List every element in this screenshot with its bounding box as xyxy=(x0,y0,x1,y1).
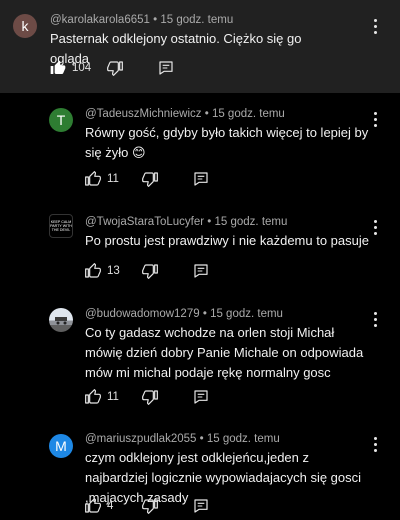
avatar[interactable]: T xyxy=(49,108,73,132)
reply-button[interactable] xyxy=(193,389,209,405)
thumb-up-icon xyxy=(85,263,101,278)
comment-actions: 13 xyxy=(85,263,345,285)
thumb-down-icon xyxy=(142,264,158,279)
dislike-button[interactable] xyxy=(142,389,158,405)
thumb-down-icon xyxy=(142,172,158,187)
comment-text: Równy gość, gdyby było takich więcej to … xyxy=(85,125,369,160)
like-count: 11 xyxy=(107,173,119,185)
avatar-photo xyxy=(55,317,67,325)
reply-comment: KEEP CALM PARTY WITH THE DEVIL @TwojaSta… xyxy=(0,206,400,298)
like-count: 104 xyxy=(72,62,92,74)
thumb-up-icon xyxy=(85,389,101,404)
reply-button[interactable] xyxy=(193,498,209,514)
dislike-button[interactable] xyxy=(142,498,158,514)
author-name[interactable]: @TwojaStaraToLucyfer xyxy=(85,216,204,228)
reply-button[interactable] xyxy=(158,60,174,76)
reply-comment: T @TadeuszMichniewicz • 15 godz. temu Ró… xyxy=(0,98,400,206)
meta-separator: • xyxy=(153,14,158,26)
thumb-down-icon xyxy=(142,390,158,405)
like-button[interactable]: 104 xyxy=(50,60,91,76)
author-name[interactable]: @karolakarola6651 xyxy=(50,14,150,26)
comment-meta: @karolakarola6651 • 15 godz. temu xyxy=(50,14,233,26)
comment-actions: 11 xyxy=(85,171,345,193)
comment-parent: k @karolakarola6651 • 15 godz. temu Past… xyxy=(0,0,400,93)
reply-comment: @budowadomow1279 • 15 godz. temu Co ty g… xyxy=(0,298,400,422)
avatar[interactable] xyxy=(49,308,73,332)
author-name[interactable]: @TadeuszMichniewicz xyxy=(85,108,202,120)
thumb-down-icon xyxy=(107,61,123,76)
comment-text: Po prostu jest prawdziwy i nie każdemu t… xyxy=(85,233,369,248)
meta-separator: • xyxy=(199,433,204,445)
reply-icon xyxy=(194,390,208,404)
avatar[interactable]: KEEP CALM PARTY WITH THE DEVIL xyxy=(49,214,73,238)
comment-time: 15 godz. temu xyxy=(211,108,285,120)
like-button[interactable]: 4 xyxy=(85,498,113,514)
reply-icon xyxy=(194,499,208,513)
reply-icon xyxy=(194,172,208,186)
like-button[interactable]: 11 xyxy=(85,389,119,405)
dislike-button[interactable] xyxy=(142,263,158,279)
avatar[interactable]: M xyxy=(49,434,73,458)
avatar[interactable]: k xyxy=(13,14,37,38)
like-button[interactable]: 13 xyxy=(85,263,120,279)
author-name[interactable]: @mariuszpudlak2055 xyxy=(85,433,196,445)
comment-time: 15 godz. temu xyxy=(160,14,234,26)
dislike-button[interactable] xyxy=(107,60,123,76)
comment-time: 15 godz. temu xyxy=(210,308,283,320)
reply-button[interactable] xyxy=(193,263,209,279)
comment-actions: 4 xyxy=(85,498,345,520)
like-count: 4 xyxy=(107,500,114,512)
comment-time: 15 godz. temu xyxy=(214,216,288,228)
reply-button[interactable] xyxy=(193,171,209,187)
comment-meta: @budowadomow1279 • 15 godz. temu xyxy=(85,308,283,320)
like-count: 13 xyxy=(107,265,120,277)
comment-meta: @TadeuszMichniewicz • 15 godz. temu xyxy=(85,108,285,120)
thumb-up-icon xyxy=(50,60,66,74)
meta-separator: • xyxy=(204,108,209,120)
reply-icon xyxy=(194,264,208,278)
like-count: 11 xyxy=(107,391,119,403)
more-vertical-icon[interactable] xyxy=(369,16,381,36)
author-name[interactable]: @budowadomow1279 xyxy=(85,308,200,320)
reply-comment: M @mariuszpudlak2055 • 15 godz. temu czy… xyxy=(0,422,400,520)
meta-separator: • xyxy=(202,308,207,320)
meta-separator: • xyxy=(207,216,212,228)
comment-actions: 104 xyxy=(50,60,350,82)
comment-meta: @TwojaStaraToLucyfer • 15 godz. temu xyxy=(85,216,287,228)
comment-actions: 11 xyxy=(85,389,345,411)
thumb-up-icon xyxy=(85,498,101,513)
comment-text: Co ty gadasz wchodze na orlen stoji Mich… xyxy=(85,325,364,380)
like-button[interactable]: 11 xyxy=(85,171,119,187)
comment-meta: @mariuszpudlak2055 • 15 godz. temu xyxy=(85,433,280,445)
reply-icon xyxy=(159,61,173,75)
comment-time: 15 godz. temu xyxy=(206,433,280,445)
thumb-down-icon xyxy=(142,499,158,514)
dislike-button[interactable] xyxy=(142,171,158,187)
thumb-up-icon xyxy=(85,171,101,186)
